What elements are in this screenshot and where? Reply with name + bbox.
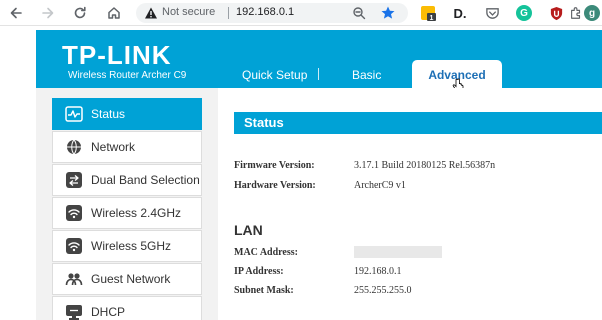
sticky-note-icon[interactable]: 1 <box>420 5 436 21</box>
sidebar-item-wireless-5[interactable]: Wireless 5GHz <box>52 230 202 262</box>
sidebar-item-dual-band[interactable]: Dual Band Selection <box>52 164 202 196</box>
sidebar-item-network[interactable]: Network <box>52 131 202 163</box>
sidebar-item-wireless-24[interactable]: Wireless 2.4GHz <box>52 197 202 229</box>
router-header: TP-LINK Wireless Router Archer C9 Quick … <box>36 30 602 88</box>
home-icon <box>108 7 120 19</box>
sidebar: Status Network Dual Band Selection Wirel… <box>36 88 218 320</box>
back-arrow-icon <box>10 7 22 19</box>
hardware-value: ArcherC9 v1 <box>354 180 406 191</box>
tab-basic[interactable]: Basic <box>352 68 381 82</box>
forward-arrow-icon <box>42 7 54 19</box>
d-extension-icon[interactable]: D. <box>452 5 468 21</box>
subnet-mask-label: Subnet Mask: <box>234 285 294 296</box>
sidebar-item-label: Status <box>91 107 126 121</box>
sidebar-item-status[interactable]: Status <box>52 98 202 130</box>
reload-button[interactable] <box>70 3 90 23</box>
bookmark-star-icon[interactable] <box>380 5 396 21</box>
sidebar-item-label: Network <box>91 140 136 154</box>
dual-band-icon <box>66 172 82 188</box>
sidebar-item-label: Dual Band Selection <box>91 173 200 187</box>
subnet-mask-value: 255.255.255.0 <box>354 285 412 296</box>
profile-icon[interactable]: g <box>584 5 600 21</box>
firmware-value: 3.17.1 Build 20180125 Rel.56387n <box>354 160 496 171</box>
router-model: Wireless Router Archer C9 <box>68 70 187 81</box>
back-button[interactable] <box>6 3 26 23</box>
guest-icon <box>65 273 83 286</box>
security-label[interactable]: Not secure <box>162 6 215 18</box>
mac-address-redacted <box>354 246 442 258</box>
sidebar-item-label: Wireless 2.4GHz <box>91 206 182 220</box>
tab-quick-setup[interactable]: Quick Setup <box>242 68 307 82</box>
wifi-icon <box>66 205 82 221</box>
address-bar[interactable]: Not secure 192.168.0.1 <box>136 3 408 23</box>
warning-icon[interactable] <box>144 6 158 20</box>
ublock-icon[interactable] <box>548 5 564 21</box>
puzzle-icon[interactable] <box>568 5 584 21</box>
hardware-label: Hardware Version: <box>234 180 316 191</box>
forward-button[interactable] <box>38 3 58 23</box>
home-button[interactable] <box>104 3 124 23</box>
status-section-header: Status <box>234 112 602 134</box>
zoom-icon[interactable] <box>352 6 366 20</box>
reload-icon <box>74 6 86 19</box>
tab-divider <box>318 68 319 80</box>
sidebar-item-label: Guest Network <box>91 272 171 286</box>
sidebar-item-label: Wireless 5GHz <box>91 239 172 253</box>
mac-label: MAC Address: <box>234 247 298 258</box>
grammarly-icon[interactable]: G <box>516 5 532 21</box>
svg-text:1: 1 <box>430 15 434 21</box>
lan-title: LAN <box>234 222 263 238</box>
firmware-label: Firmware Version: <box>234 160 315 171</box>
pocket-icon[interactable] <box>484 5 500 21</box>
sidebar-item-guest-network[interactable]: Guest Network <box>52 263 202 295</box>
ip-value: 192.168.0.1 <box>354 266 402 277</box>
browser-toolbar: Not secure 192.168.0.1 1 D. G g <box>0 0 602 26</box>
omnibox-divider <box>228 7 229 19</box>
dhcp-icon <box>66 305 82 320</box>
globe-icon <box>67 139 81 155</box>
url-text[interactable]: 192.168.0.1 <box>236 6 294 18</box>
ip-label: IP Address: <box>234 266 284 277</box>
wifi-icon <box>66 238 82 254</box>
section-title: Status <box>244 115 284 130</box>
sidebar-item-dhcp[interactable]: DHCP <box>52 296 202 320</box>
status-icon <box>65 106 83 122</box>
sidebar-item-label: DHCP <box>91 305 126 319</box>
brand-logo: TP-LINK <box>62 40 172 70</box>
main-panel: Status Firmware Version: 3.17.1 Build 20… <box>218 88 602 320</box>
